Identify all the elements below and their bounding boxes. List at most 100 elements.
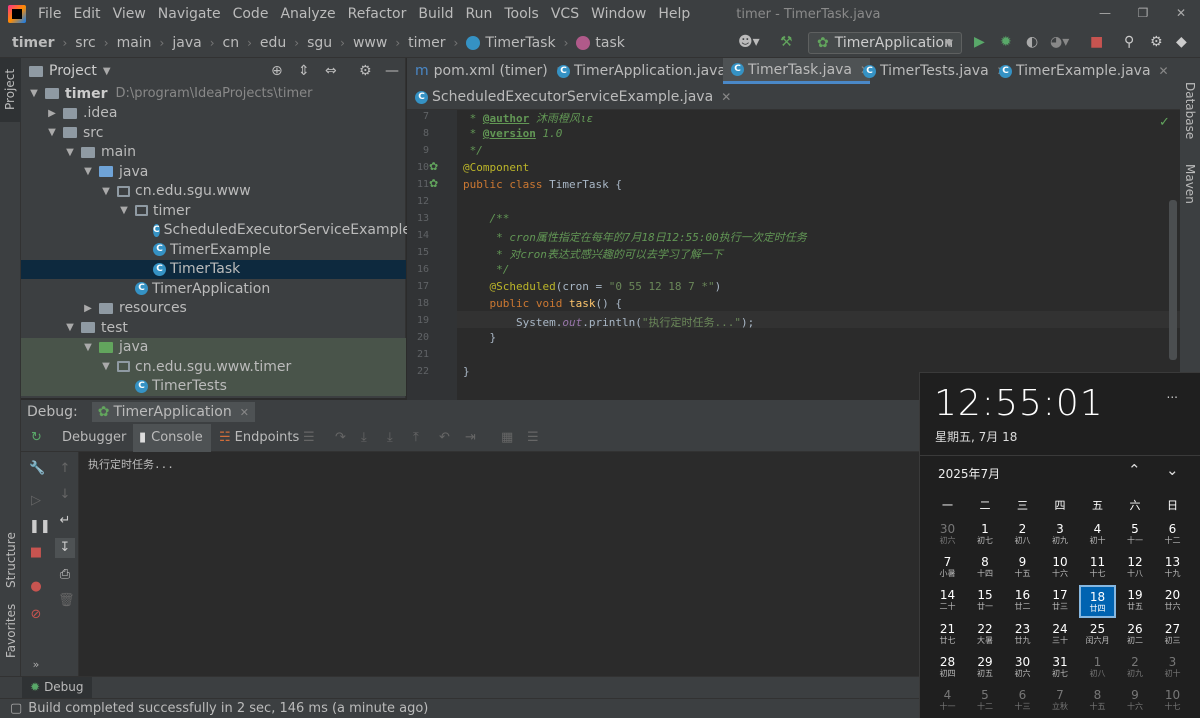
tab-timer-task[interactable]: CTimerTask.java✕ bbox=[723, 58, 871, 84]
breadcrumb-method[interactable]: task bbox=[576, 35, 625, 51]
tree-item-main[interactable]: ▼ main bbox=[21, 143, 406, 163]
console-output[interactable]: 执行定时任务... bbox=[80, 452, 920, 676]
tree-item-resources[interactable]: ▶ resources bbox=[21, 299, 406, 319]
calendar-day[interactable]: 6 十三 bbox=[1004, 685, 1041, 718]
rerun-icon[interactable]: ↻ bbox=[31, 430, 42, 445]
calendar-day[interactable]: 22 大暑 bbox=[967, 619, 1004, 652]
step-over-icon[interactable]: ↷ bbox=[335, 430, 346, 445]
soft-wrap-icon[interactable]: ↵ bbox=[58, 514, 72, 528]
calendar-day[interactable]: 5 十一 bbox=[1117, 519, 1154, 552]
tree-item-timer-task[interactable]: C TimerTask bbox=[21, 259, 406, 279]
maven-tool-tab[interactable]: Maven bbox=[1183, 164, 1197, 204]
breadcrumb-edu[interactable]: edu bbox=[260, 35, 286, 51]
calendar-day[interactable]: 10 十六 bbox=[1042, 552, 1079, 585]
calendar-day[interactable]: 24 三十 bbox=[1042, 619, 1079, 652]
calendar-day[interactable]: 14 二十 bbox=[929, 585, 966, 618]
breadcrumb-www[interactable]: www bbox=[353, 35, 387, 51]
tab-timer-tests[interactable]: CTimerTests.java✕ bbox=[855, 58, 1007, 84]
database-tool-tab[interactable]: Database bbox=[1183, 82, 1197, 139]
tab-pom-xml[interactable]: mpom.xml (timer)✕ bbox=[407, 58, 566, 84]
editor-scrollbar[interactable] bbox=[1169, 200, 1177, 360]
calendar-day[interactable]: 28 初四 bbox=[929, 652, 966, 685]
print-icon[interactable]: ⎙ bbox=[58, 568, 72, 582]
expand-all-icon[interactable]: ⇕ bbox=[298, 63, 310, 79]
calendar-day[interactable]: 8 十五 bbox=[1079, 685, 1116, 718]
debug-session-tab[interactable]: ✿ TimerApplication ✕ bbox=[91, 402, 255, 422]
hide-icon[interactable]: — bbox=[385, 63, 399, 79]
settings-gear-icon[interactable]: ⚙ bbox=[1150, 34, 1163, 50]
run-to-cursor-icon[interactable]: ⇥ bbox=[465, 430, 476, 445]
tree-item-timer-example[interactable]: C TimerExample bbox=[21, 240, 406, 260]
menu-help[interactable]: Help bbox=[652, 6, 696, 22]
breadcrumb-main[interactable]: main bbox=[117, 35, 152, 51]
close-icon[interactable]: ✕ bbox=[1162, 0, 1200, 28]
breadcrumb-src[interactable]: src bbox=[75, 35, 95, 51]
more-icon[interactable]: » bbox=[29, 658, 43, 672]
calendar-day[interactable]: 13 十九 bbox=[1154, 552, 1191, 585]
gear-icon[interactable]: ⚙ bbox=[359, 63, 372, 79]
calendar-day[interactable]: 21 廿七 bbox=[929, 619, 966, 652]
calendar-day[interactable]: 23 廿九 bbox=[1004, 619, 1041, 652]
step-out-icon[interactable]: ⤒ bbox=[413, 430, 419, 445]
clear-all-icon[interactable]: 🗑 bbox=[58, 594, 75, 608]
tab-timer-application[interactable]: CTimerApplication.java✕ bbox=[549, 58, 744, 84]
menu-refactor[interactable]: Refactor bbox=[342, 6, 413, 22]
stop-icon[interactable]: ■ bbox=[29, 546, 43, 560]
menu-vcs[interactable]: VCS bbox=[545, 6, 585, 22]
calendar-day[interactable]: 25 闰六月 bbox=[1079, 619, 1116, 652]
breadcrumb-project[interactable]: timer bbox=[12, 35, 54, 51]
calendar-day[interactable]: 30 初六 bbox=[929, 519, 966, 552]
debug-bug-icon[interactable]: ✹ bbox=[1000, 34, 1012, 50]
calendar-day[interactable]: 31 初七 bbox=[1042, 652, 1079, 685]
calendar-day[interactable]: 7 立秋 bbox=[1042, 685, 1079, 718]
breadcrumb-java[interactable]: java bbox=[172, 35, 201, 51]
close-icon[interactable]: ✕ bbox=[721, 90, 731, 104]
calendar-day[interactable]: 4 初十 bbox=[1079, 519, 1116, 552]
tree-item-timer-application[interactable]: C TimerApplication bbox=[21, 279, 406, 299]
tree-item-timer-tests[interactable]: C TimerTests bbox=[21, 376, 406, 396]
tab-scheduled-example[interactable]: C ScheduledExecutorServiceExample.java ✕ bbox=[407, 84, 731, 110]
tab-console[interactable]: ▮ Console bbox=[133, 424, 211, 452]
coverage-icon[interactable]: ◐ bbox=[1026, 34, 1038, 50]
clock-date[interactable]: 星期五, 7月 18 bbox=[935, 428, 1017, 445]
calendar-day[interactable]: 9 十六 bbox=[1117, 685, 1154, 718]
tab-timer-example[interactable]: C TimerExample.java ✕ bbox=[991, 58, 1169, 84]
evaluate-icon[interactable]: ▦ bbox=[501, 430, 513, 445]
breadcrumb-cn[interactable]: cn bbox=[223, 35, 240, 51]
scroll-to-end-icon[interactable]: ↧ bbox=[55, 538, 75, 558]
tab-debugger[interactable]: Debugger bbox=[62, 430, 126, 445]
run-configuration-select[interactable]: ✿ TimerApplication ▼ bbox=[808, 32, 962, 54]
menu-code[interactable]: Code bbox=[227, 6, 275, 22]
spring-bean-icon[interactable]: ✿ bbox=[429, 177, 438, 190]
user-icon[interactable]: ☻▾ bbox=[738, 34, 760, 50]
calendar-day[interactable]: 9 十五 bbox=[1004, 552, 1041, 585]
calendar-day[interactable]: 29 初五 bbox=[967, 652, 1004, 685]
build-hammer-icon[interactable]: ⚒ bbox=[780, 34, 793, 50]
menu-build[interactable]: Build bbox=[412, 6, 459, 22]
tree-item-timer-root[interactable]: ▼ timer D:\program\IdeaProjects\timer bbox=[21, 84, 406, 104]
run-icon[interactable]: ▶ bbox=[974, 34, 985, 50]
spring-bean-icon[interactable]: ✿ bbox=[429, 160, 438, 173]
next-month-icon[interactable]: ⌄ bbox=[1166, 461, 1179, 479]
wrench-icon[interactable]: 🔧 bbox=[29, 462, 45, 476]
calendar-day[interactable]: 16 廿二 bbox=[1004, 585, 1041, 618]
tab-endpoints[interactable]: ☵ Endpoints bbox=[219, 430, 299, 445]
calendar-day[interactable]: 1 初八 bbox=[1079, 652, 1116, 685]
calendar-day[interactable]: 30 初六 bbox=[1004, 652, 1041, 685]
breadcrumb-sgu[interactable]: sgu bbox=[307, 35, 332, 51]
locate-icon[interactable]: ⊕ bbox=[271, 63, 283, 79]
calendar-day[interactable]: 7 小暑 bbox=[929, 552, 966, 585]
calendar-day[interactable]: 5 十二 bbox=[967, 685, 1004, 718]
calendar-day[interactable]: 2 初九 bbox=[1117, 652, 1154, 685]
calendar-day[interactable]: 3 初十 bbox=[1154, 652, 1191, 685]
menu-file[interactable]: File bbox=[32, 6, 67, 22]
calendar-day[interactable]: 6 十二 bbox=[1154, 519, 1191, 552]
breadcrumb-class[interactable]: TimerTask bbox=[466, 35, 556, 51]
project-view-selector[interactable]: Project bbox=[49, 63, 97, 79]
collapse-all-icon[interactable]: ⇔ bbox=[325, 63, 337, 79]
search-icon[interactable]: ⚲ bbox=[1124, 34, 1134, 50]
drop-frame-icon[interactable]: ↶ bbox=[439, 430, 450, 445]
favorites-tool-tab[interactable]: Favorites bbox=[4, 604, 18, 658]
pause-icon[interactable]: ❚❚ bbox=[29, 520, 51, 534]
tree-item-java[interactable]: ▼ java bbox=[21, 162, 406, 182]
